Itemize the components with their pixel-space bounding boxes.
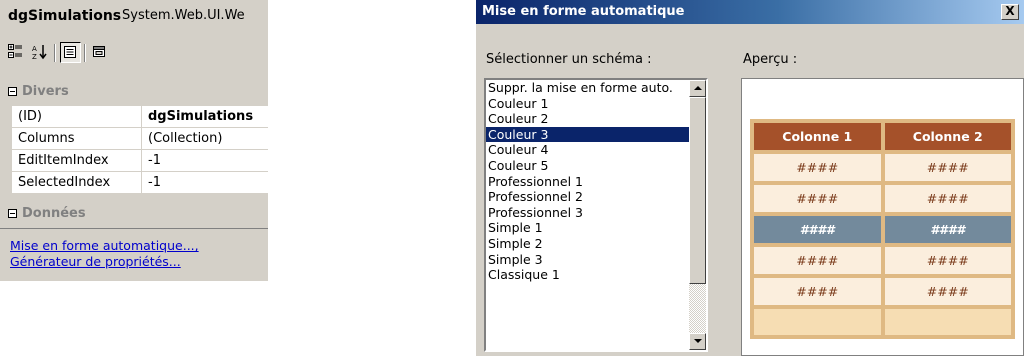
preview-row: #### #### xyxy=(754,247,1011,274)
preview-row: #### #### xyxy=(754,278,1011,305)
close-icon: X xyxy=(1005,4,1015,18)
preview-header-cell: Colonne 2 xyxy=(884,123,1011,150)
preview-header-row: Colonne 1 Colonne 2 xyxy=(754,123,1011,150)
property-row-selectedindex[interactable]: SelectedIndex -1 xyxy=(0,172,268,194)
schema-item[interactable]: Professionnel 3 xyxy=(486,205,689,221)
close-button[interactable]: X xyxy=(1001,4,1019,20)
preview-cell: #### xyxy=(884,185,1011,212)
preview-cell: #### xyxy=(754,154,881,181)
properties-icon xyxy=(64,46,76,58)
dialog-title: Mise en forme automatique xyxy=(482,4,685,19)
auto-format-link[interactable]: Mise en forme automatique..., xyxy=(10,238,199,253)
schema-item[interactable]: Suppr. la mise en forme auto. xyxy=(486,80,689,96)
preview-selected-row: #### #### xyxy=(754,216,1011,243)
preview-row xyxy=(754,309,1011,335)
schema-item[interactable]: Professionnel 2 xyxy=(486,189,689,205)
preview-pane: Colonne 1 Colonne 2 #### #### #### #### #### ##… xyxy=(741,78,1024,356)
property-value[interactable]: -1 xyxy=(142,150,268,172)
category-donnees[interactable]: Données xyxy=(0,204,268,226)
properties-button[interactable] xyxy=(60,42,81,63)
schema-item[interactable]: Professionnel 1 xyxy=(486,174,689,190)
toolbar-separator xyxy=(54,44,56,62)
preview-cell: #### xyxy=(884,247,1011,274)
preview-label: Aperçu : xyxy=(743,52,798,67)
categorized-icon xyxy=(8,44,22,58)
preview-cell: #### xyxy=(754,278,881,305)
schema-item[interactable]: Simple 3 xyxy=(486,252,689,268)
schema-item[interactable]: Couleur 3 xyxy=(486,126,689,143)
property-grid-panel: dgSimulations System.Web.UI.We A Z Diver… xyxy=(0,0,268,281)
schema-items: Suppr. la mise en forme auto. Couleur 1 Co… xyxy=(486,80,689,350)
property-grid: Divers (ID) dgSimulations Columns (Colle… xyxy=(0,78,268,226)
preview-cell xyxy=(754,309,881,335)
property-row-id[interactable]: (ID) dgSimulations xyxy=(0,106,268,128)
preview-cell: #### xyxy=(884,216,1011,243)
events-icon xyxy=(93,46,105,57)
scroll-thumb[interactable] xyxy=(689,97,706,284)
preview-cell: #### xyxy=(884,154,1011,181)
scroll-up-button[interactable] xyxy=(689,80,706,97)
arrow-up-icon xyxy=(694,86,702,90)
property-row-edititemindex[interactable]: EditItemIndex -1 xyxy=(0,150,268,172)
dialog-titlebar[interactable]: Mise en forme automatique X xyxy=(476,0,1024,24)
object-selector[interactable]: dgSimulations System.Web.UI.We xyxy=(0,0,268,34)
arrow-down-icon xyxy=(694,339,702,343)
preview-header-cell: Colonne 1 xyxy=(754,123,881,150)
schema-item[interactable]: Couleur 5 xyxy=(486,158,689,174)
svg-text:A: A xyxy=(32,45,37,53)
category-label: Données xyxy=(22,206,86,221)
schema-item[interactable]: Simple 2 xyxy=(486,236,689,252)
object-type: System.Web.UI.We xyxy=(122,8,245,23)
events-button[interactable] xyxy=(90,42,111,63)
schema-item[interactable]: Classique 1 xyxy=(486,267,689,283)
object-name: dgSimulations xyxy=(8,8,122,24)
scrollbar[interactable] xyxy=(689,80,706,350)
property-grid-toolbar: A Z xyxy=(0,38,268,68)
collapse-icon[interactable] xyxy=(8,87,17,96)
auto-format-dialog: Mise en forme automatique X Sélectionner… xyxy=(476,0,1024,356)
preview-cell: #### xyxy=(754,216,881,243)
alphabetical-button[interactable]: A Z xyxy=(30,42,51,63)
preview-cell xyxy=(884,309,1011,335)
property-name: Columns xyxy=(12,128,142,150)
preview-row: #### #### xyxy=(754,154,1011,181)
property-row-columns[interactable]: Columns (Collection) xyxy=(0,128,268,150)
schema-item[interactable]: Couleur 1 xyxy=(486,96,689,112)
property-value[interactable]: -1 xyxy=(142,172,268,194)
property-name: EditItemIndex xyxy=(12,150,142,172)
schema-item[interactable]: Couleur 2 xyxy=(486,111,689,127)
property-name: SelectedIndex xyxy=(12,172,142,194)
schema-item[interactable]: Simple 1 xyxy=(486,220,689,236)
preview-grid: Colonne 1 Colonne 2 #### #### #### #### #### ##… xyxy=(750,119,1015,339)
categorized-button[interactable] xyxy=(6,42,27,63)
schema-item[interactable]: Couleur 4 xyxy=(486,142,689,158)
property-value[interactable]: dgSimulations xyxy=(142,106,268,128)
category-label: Divers xyxy=(22,84,69,99)
preview-cell: #### xyxy=(754,247,881,274)
schema-label: Sélectionner un schéma : xyxy=(486,52,652,67)
svg-text:Z: Z xyxy=(32,53,37,60)
collapse-icon[interactable] xyxy=(8,209,17,218)
scroll-down-button[interactable] xyxy=(689,333,706,350)
toolbar-separator xyxy=(84,44,86,62)
preview-cell: #### xyxy=(884,278,1011,305)
alphabetical-icon: A Z xyxy=(32,45,47,60)
preview-cell: #### xyxy=(754,185,881,212)
category-divers[interactable]: Divers xyxy=(0,82,268,104)
schema-listbox[interactable]: Suppr. la mise en forme auto. Couleur 1 Co… xyxy=(484,78,708,352)
preview-row: #### #### xyxy=(754,185,1011,212)
property-name: (ID) xyxy=(12,106,142,128)
property-builder-link[interactable]: Générateur de propriétés... xyxy=(10,254,181,269)
designer-verbs: Mise en forme automatique..., Générateur… xyxy=(0,228,268,282)
property-value[interactable]: (Collection) xyxy=(142,128,268,150)
